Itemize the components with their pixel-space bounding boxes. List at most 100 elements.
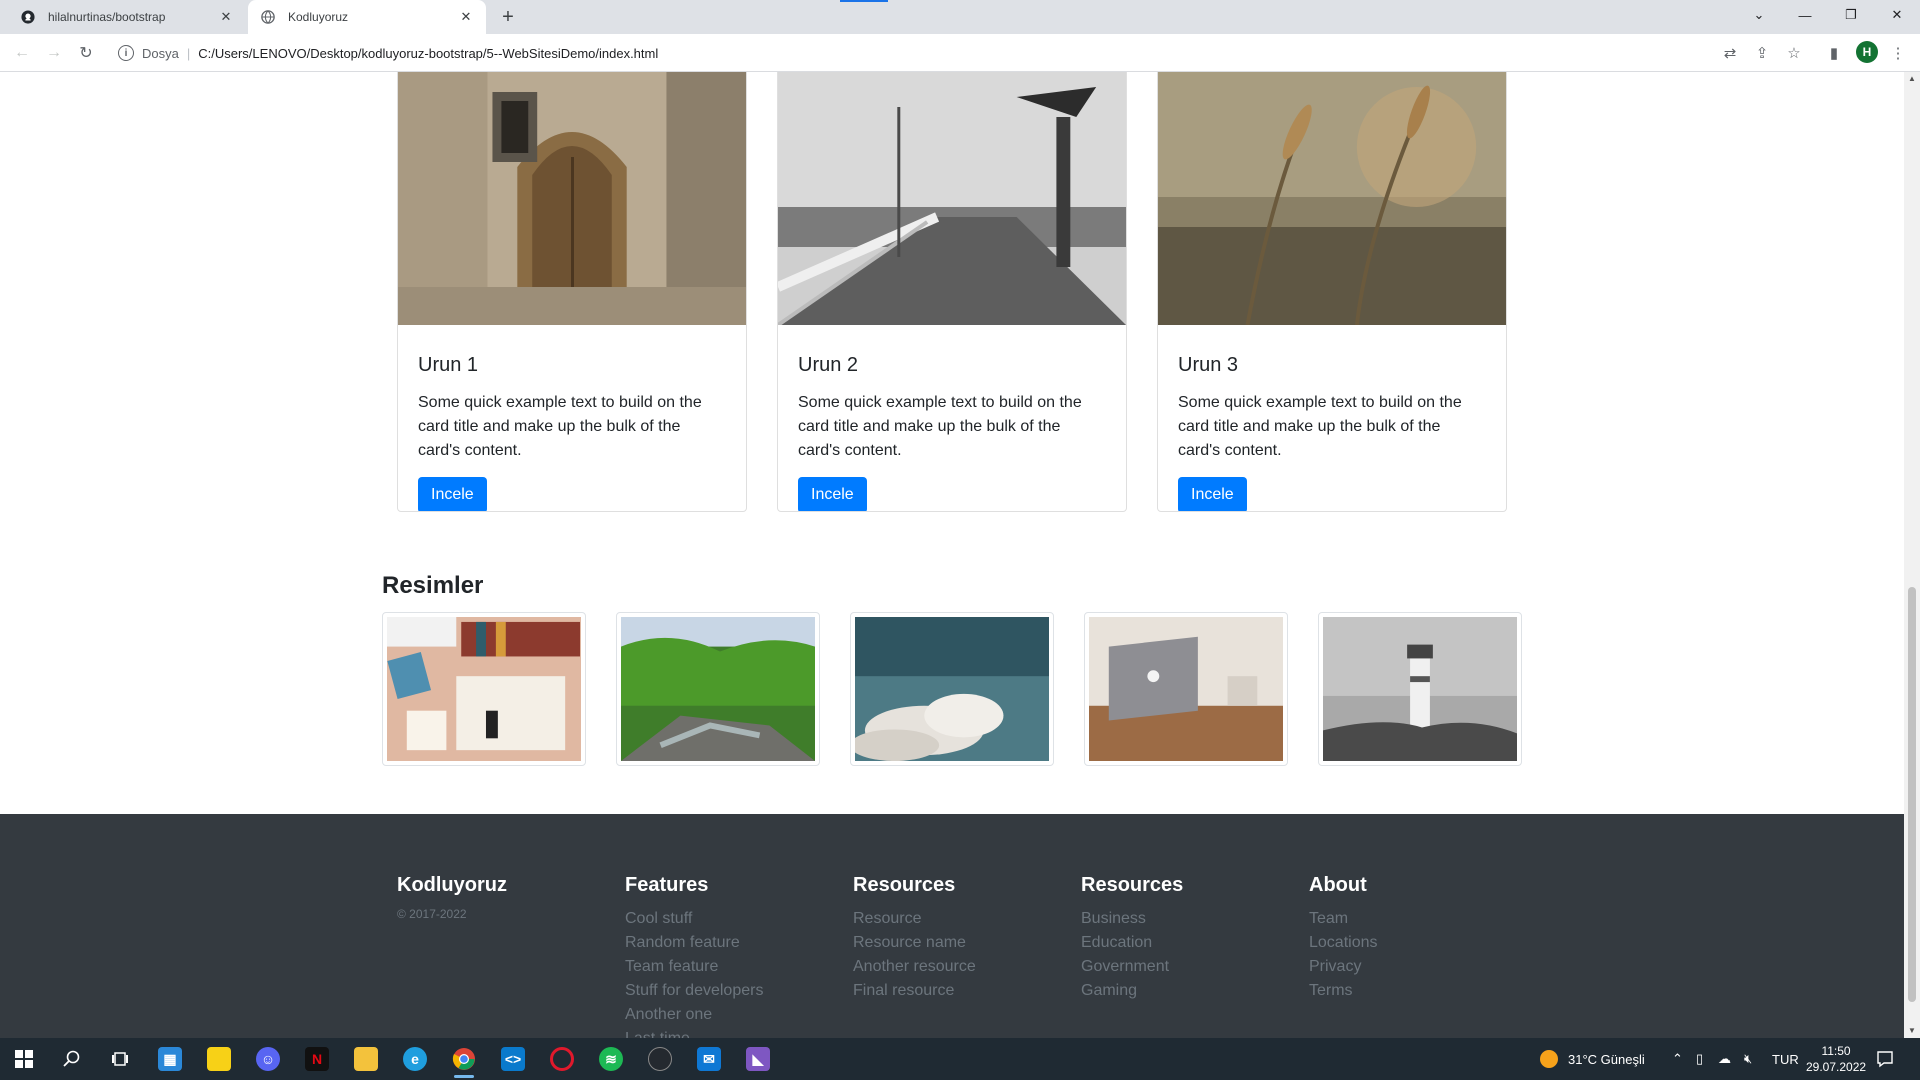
opera-icon[interactable]	[542, 1042, 582, 1076]
onedrive-cloud-icon[interactable]: ☁	[1718, 1038, 1731, 1080]
laptop-desk-image	[1089, 617, 1283, 761]
tab-title: hilalnurtinas/bootstrap	[48, 10, 166, 24]
discord-icon[interactable]: ☺	[248, 1042, 288, 1076]
footer-column-about: About Team Locations Privacy Terms	[1309, 874, 1378, 1003]
address-url: C:/Users/LENOVO/Desktop/kodluyoruz-boots…	[198, 45, 659, 61]
scroll-up-icon[interactable]: ▲	[1904, 72, 1920, 86]
footer-brand-column: Kodluyoruz © 2017-2022	[397, 874, 507, 921]
tab-kodluyoruz[interactable]: Kodluyoruz ✕	[248, 0, 486, 34]
restore-button[interactable]: ❐	[1828, 0, 1874, 30]
tab-title: Kodluyoruz	[288, 10, 349, 24]
incele-button[interactable]: Incele	[418, 477, 487, 511]
gallery-thumbnail[interactable]	[382, 612, 586, 766]
footer-brand: Kodluyoruz	[397, 874, 507, 896]
footer-link[interactable]: Final resource	[853, 979, 976, 1003]
footer-link[interactable]: Team	[1309, 907, 1378, 931]
footer-link[interactable]: Locations	[1309, 931, 1378, 955]
card-image-wheat	[1158, 72, 1506, 326]
minimize-button[interactable]: —	[1782, 0, 1828, 30]
new-tab-button[interactable]: +	[494, 5, 522, 29]
scrollbar-thumb[interactable]	[1908, 587, 1916, 1002]
footer-link[interactable]: Government	[1081, 955, 1183, 979]
gallery-thumbnail[interactable]	[1318, 612, 1522, 766]
tray-chevron-icon[interactable]: ⌃	[1672, 1038, 1683, 1080]
page-viewport: Urun 1 Some quick example text to build …	[0, 72, 1904, 1038]
spotify-icon[interactable]: ≋	[591, 1042, 631, 1076]
gallery-thumbnail[interactable]	[616, 612, 820, 766]
battery-icon[interactable]: ▯	[1696, 1038, 1703, 1080]
side-panel-icon[interactable]: ▮	[1824, 43, 1844, 63]
footer-link[interactable]: Resource	[853, 907, 976, 931]
browser-toolbar: ← → ↻ i Dosya | C:/Users/LENOVO/Desktop/…	[0, 34, 1920, 72]
weather-widget[interactable]: 31°C Güneşli	[1540, 1038, 1645, 1080]
footer-link[interactable]: Business	[1081, 907, 1183, 931]
volume-muted-icon[interactable]: 🔇︎	[1744, 1038, 1752, 1080]
sun-icon	[1540, 1050, 1558, 1068]
translate-icon[interactable]: ⇄	[1720, 43, 1740, 63]
gallery-thumbnail[interactable]	[1084, 612, 1288, 766]
mail-icon[interactable]: ✉	[689, 1042, 729, 1076]
footer-link[interactable]: Another resource	[853, 955, 976, 979]
site-footer: Kodluyoruz © 2017-2022 Features Cool stu…	[0, 814, 1904, 1038]
footer-column-title: About	[1309, 874, 1367, 896]
file-explorer-icon[interactable]	[346, 1042, 386, 1076]
gallery-thumbnail[interactable]	[850, 612, 1054, 766]
github-desktop-icon[interactable]	[640, 1042, 680, 1076]
tab-close-icon[interactable]: ✕	[218, 9, 234, 25]
close-window-button[interactable]: ✕	[1874, 0, 1920, 30]
card-image-door	[398, 72, 746, 325]
task-view-icon[interactable]	[100, 1042, 140, 1076]
edge-icon[interactable]: e	[395, 1042, 435, 1076]
footer-link[interactable]: Random feature	[625, 931, 763, 955]
sticky-notes-icon[interactable]	[199, 1042, 239, 1076]
forward-icon[interactable]: →	[40, 40, 68, 66]
address-scheme: Dosya	[142, 45, 179, 61]
footer-link[interactable]: Another one	[625, 1003, 763, 1027]
input-language[interactable]: TUR	[1772, 1038, 1799, 1080]
profile-avatar[interactable]: H	[1856, 41, 1878, 63]
tab-loading-indicator	[840, 0, 888, 2]
card-title: Urun 1	[418, 354, 479, 376]
incele-button[interactable]: Incele	[1178, 477, 1247, 511]
product-card: Urun 1 Some quick example text to build …	[397, 72, 747, 512]
chrome-icon[interactable]	[444, 1042, 484, 1078]
clock[interactable]: 11:50 29.07.2022	[1806, 1038, 1866, 1080]
share-icon[interactable]: ⇪	[1752, 43, 1772, 63]
tab-search-icon[interactable]: ⌄	[1736, 0, 1782, 30]
tab-close-icon[interactable]: ✕	[458, 9, 474, 25]
tab-github[interactable]: hilalnurtinas/bootstrap ✕	[8, 0, 246, 34]
footer-link[interactable]: Last time	[625, 1027, 763, 1038]
netflix-icon[interactable]: N	[297, 1042, 337, 1076]
footer-link[interactable]: Team feature	[625, 955, 763, 979]
store-icon[interactable]: ▦	[150, 1042, 190, 1076]
reload-icon[interactable]: ↻	[72, 40, 100, 66]
clock-time: 11:50	[1821, 1044, 1851, 1058]
globe-icon	[260, 9, 276, 25]
footer-link[interactable]: Terms	[1309, 979, 1378, 1003]
back-icon[interactable]: ←	[8, 40, 36, 66]
notifications-icon[interactable]	[1876, 1038, 1894, 1080]
windows-taskbar: ▦ ☺ N e <> ≋ ✉ ◣ 31°C Güneşli ⌃ ▯ ☁ 🔇︎ T…	[0, 1038, 1920, 1080]
address-bar[interactable]: i Dosya | C:/Users/LENOVO/Desktop/kodluy…	[108, 38, 1788, 68]
footer-link[interactable]: Stuff for developers	[625, 979, 763, 1003]
menu-kebab-icon[interactable]: ⋮	[1888, 43, 1908, 63]
visual-studio-icon[interactable]: ◣	[738, 1042, 778, 1076]
scroll-down-icon[interactable]: ▼	[1904, 1024, 1920, 1038]
github-icon	[20, 9, 36, 25]
info-icon[interactable]: i	[118, 45, 134, 61]
page-scrollbar[interactable]: ▲ ▼	[1904, 72, 1920, 1038]
footer-link[interactable]: Cool stuff	[625, 907, 763, 931]
footer-column-title: Resources	[853, 874, 956, 896]
footer-link[interactable]: Education	[1081, 931, 1183, 955]
windows-start-icon[interactable]	[4, 1042, 44, 1076]
incele-button[interactable]: Incele	[798, 477, 867, 511]
search-icon[interactable]	[52, 1042, 92, 1076]
bookmark-star-icon[interactable]: ☆	[1784, 43, 1804, 63]
footer-column-features: Features Cool stuff Random feature Team …	[625, 874, 763, 1038]
footer-link[interactable]: Resource name	[853, 931, 976, 955]
footer-link[interactable]: Privacy	[1309, 955, 1378, 979]
footer-link[interactable]: Gaming	[1081, 979, 1183, 1003]
lighthouse-image	[1323, 617, 1517, 761]
forest-stream-image	[621, 617, 815, 761]
vscode-icon[interactable]: <>	[493, 1042, 533, 1076]
